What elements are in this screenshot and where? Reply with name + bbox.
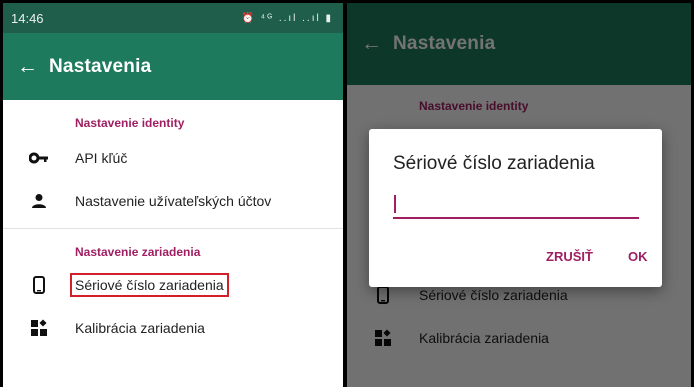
settings-item-label: Sériové číslo zariadenia <box>419 286 568 303</box>
settings-screen-right: ← Nastavenia Nastavenie identity Sériové… <box>347 3 691 387</box>
settings-item-api-key[interactable]: API kľúč <box>3 136 343 179</box>
back-arrow-icon[interactable]: ← <box>3 55 49 79</box>
settings-item-label: Kalibrácia zariadenia <box>419 329 549 346</box>
toolbar-title: Nastavenia <box>393 33 496 54</box>
settings-item-label: API kľúč <box>75 149 128 166</box>
key-icon <box>3 152 75 164</box>
section-header-identity: Nastavenie identity <box>75 116 185 130</box>
widgets-icon <box>347 328 419 347</box>
ok-button[interactable]: OK <box>628 249 648 264</box>
person-icon <box>3 193 75 209</box>
settings-item-serial-number[interactable]: Sériové číslo zariadenia <box>3 263 343 306</box>
app-toolbar: ← Nastavenia <box>3 33 343 100</box>
status-icons: ⏰ ⁴ᴳ ..ıl ..ıl ▮ <box>241 12 333 24</box>
serial-number-dialog: Sériové číslo zariadenia ZRUŠIŤ OK <box>369 129 662 287</box>
dialog-title: Sériové číslo zariadenia <box>393 153 595 174</box>
phone-icon <box>3 275 75 294</box>
serial-number-input[interactable] <box>393 187 639 219</box>
settings-screen-left: 14:46 ⏰ ⁴ᴳ ..ıl ..ıl ▮ ← Nastavenia Nast… <box>3 3 343 387</box>
settings-item-label: Sériové číslo zariadenia <box>75 276 224 293</box>
screenshot-composite: 14:46 ⏰ ⁴ᴳ ..ıl ..ıl ▮ ← Nastavenia Nast… <box>0 0 694 387</box>
phone-icon <box>347 285 419 304</box>
settings-item-label: Nastavenie užívateľských účtov <box>75 192 272 209</box>
settings-item-calibration[interactable]: Kalibrácia zariadenia <box>3 306 343 349</box>
status-time: 14:46 <box>11 10 44 26</box>
section-header-device: Nastavenie zariadenia <box>75 245 201 259</box>
toolbar-title: Nastavenia <box>49 55 152 77</box>
app-toolbar: ← Nastavenia <box>347 3 691 85</box>
back-arrow-icon[interactable]: ← <box>347 32 393 56</box>
settings-item-label: Kalibrácia zariadenia <box>75 319 205 336</box>
section-header-identity: Nastavenie identity <box>419 99 529 113</box>
settings-item-user-accounts[interactable]: Nastavenie užívateľských účtov <box>3 179 343 222</box>
text-cursor <box>394 195 396 213</box>
cancel-button[interactable]: ZRUŠIŤ <box>546 249 593 264</box>
settings-item-calibration[interactable]: Kalibrácia zariadenia <box>347 316 691 359</box>
highlight-box: Sériové číslo zariadenia <box>70 272 229 297</box>
widgets-icon <box>3 318 75 337</box>
status-bar: 14:46 ⏰ ⁴ᴳ ..ıl ..ıl ▮ <box>3 3 343 33</box>
